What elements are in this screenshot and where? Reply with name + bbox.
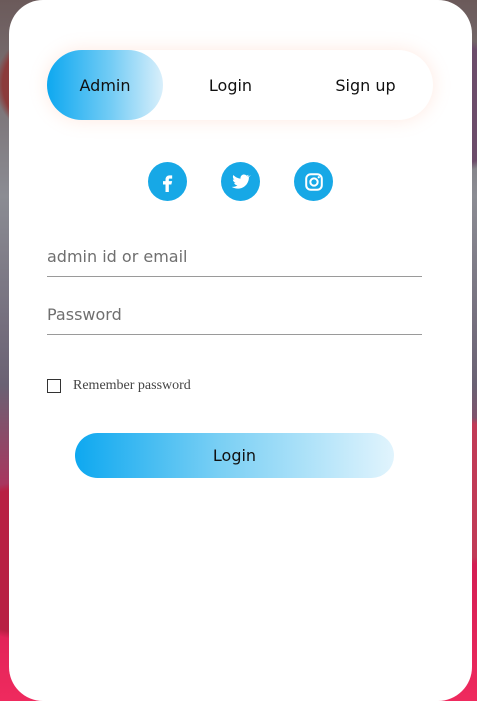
password-field	[47, 294, 422, 335]
social-login-group	[9, 162, 472, 202]
tab-admin[interactable]: Admin	[47, 50, 163, 120]
remember-password-checkbox[interactable]	[47, 379, 61, 393]
auth-mode-switcher: Admin Login Sign up	[47, 50, 433, 120]
twitter-icon[interactable]	[221, 162, 260, 201]
tab-login[interactable]: Login	[163, 50, 298, 120]
tab-signup[interactable]: Sign up	[298, 50, 433, 120]
facebook-icon[interactable]	[148, 162, 187, 201]
login-card: Admin Login Sign up Remember	[9, 0, 472, 701]
password-input[interactable]	[47, 294, 422, 334]
instagram-icon[interactable]	[294, 162, 333, 201]
remember-password-row: Remember password	[47, 378, 191, 394]
email-field	[47, 236, 422, 277]
login-button[interactable]: Login	[75, 433, 394, 478]
email-input[interactable]	[47, 236, 422, 276]
remember-password-label: Remember password	[73, 378, 191, 393]
